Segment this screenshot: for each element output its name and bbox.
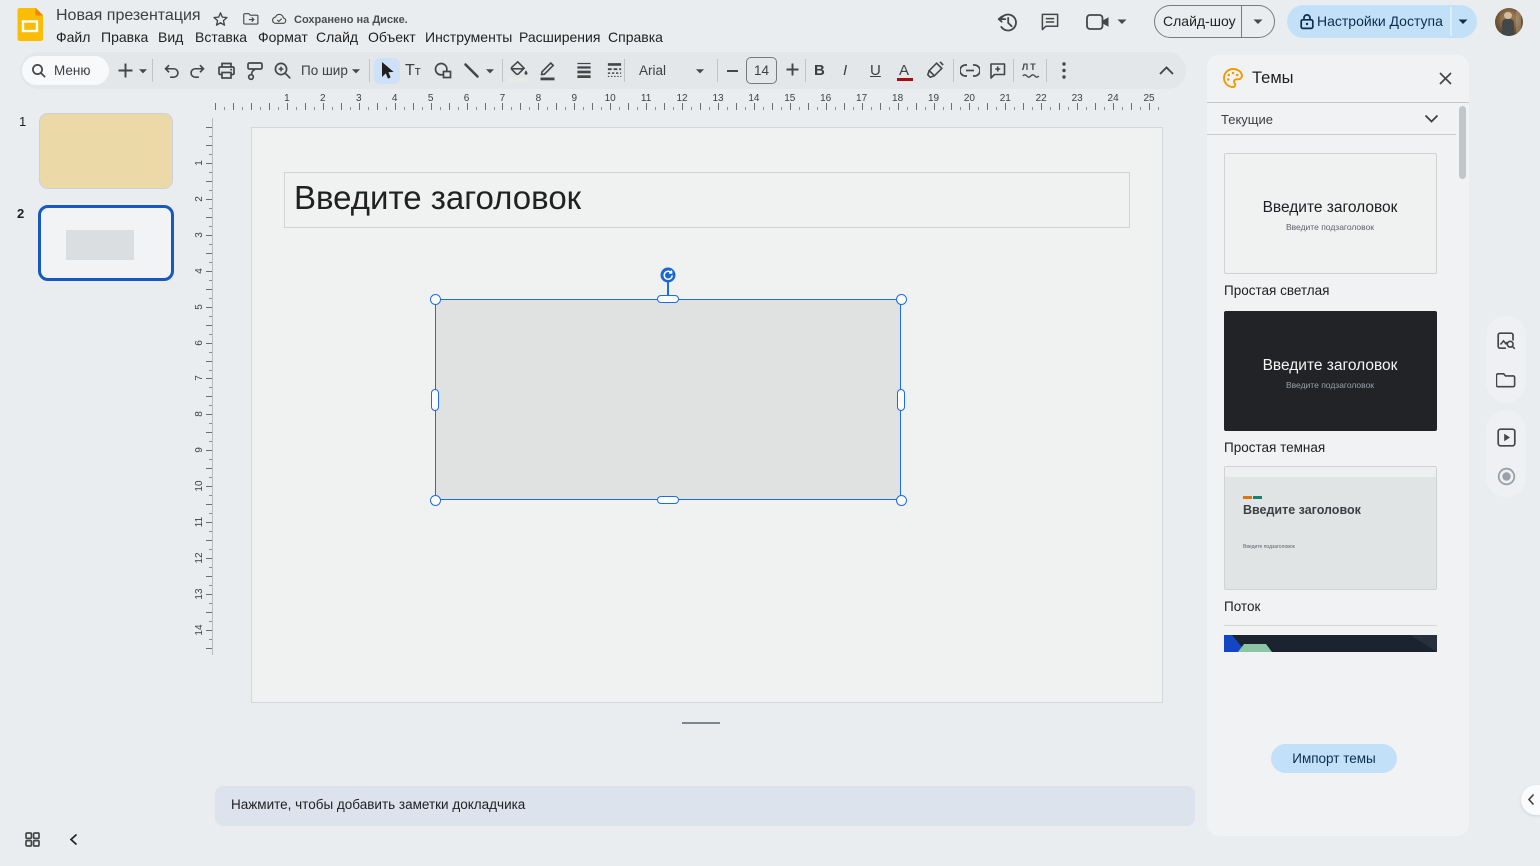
svg-text:Т: Т xyxy=(1030,62,1036,72)
svg-text:Л: Л xyxy=(1022,62,1028,72)
